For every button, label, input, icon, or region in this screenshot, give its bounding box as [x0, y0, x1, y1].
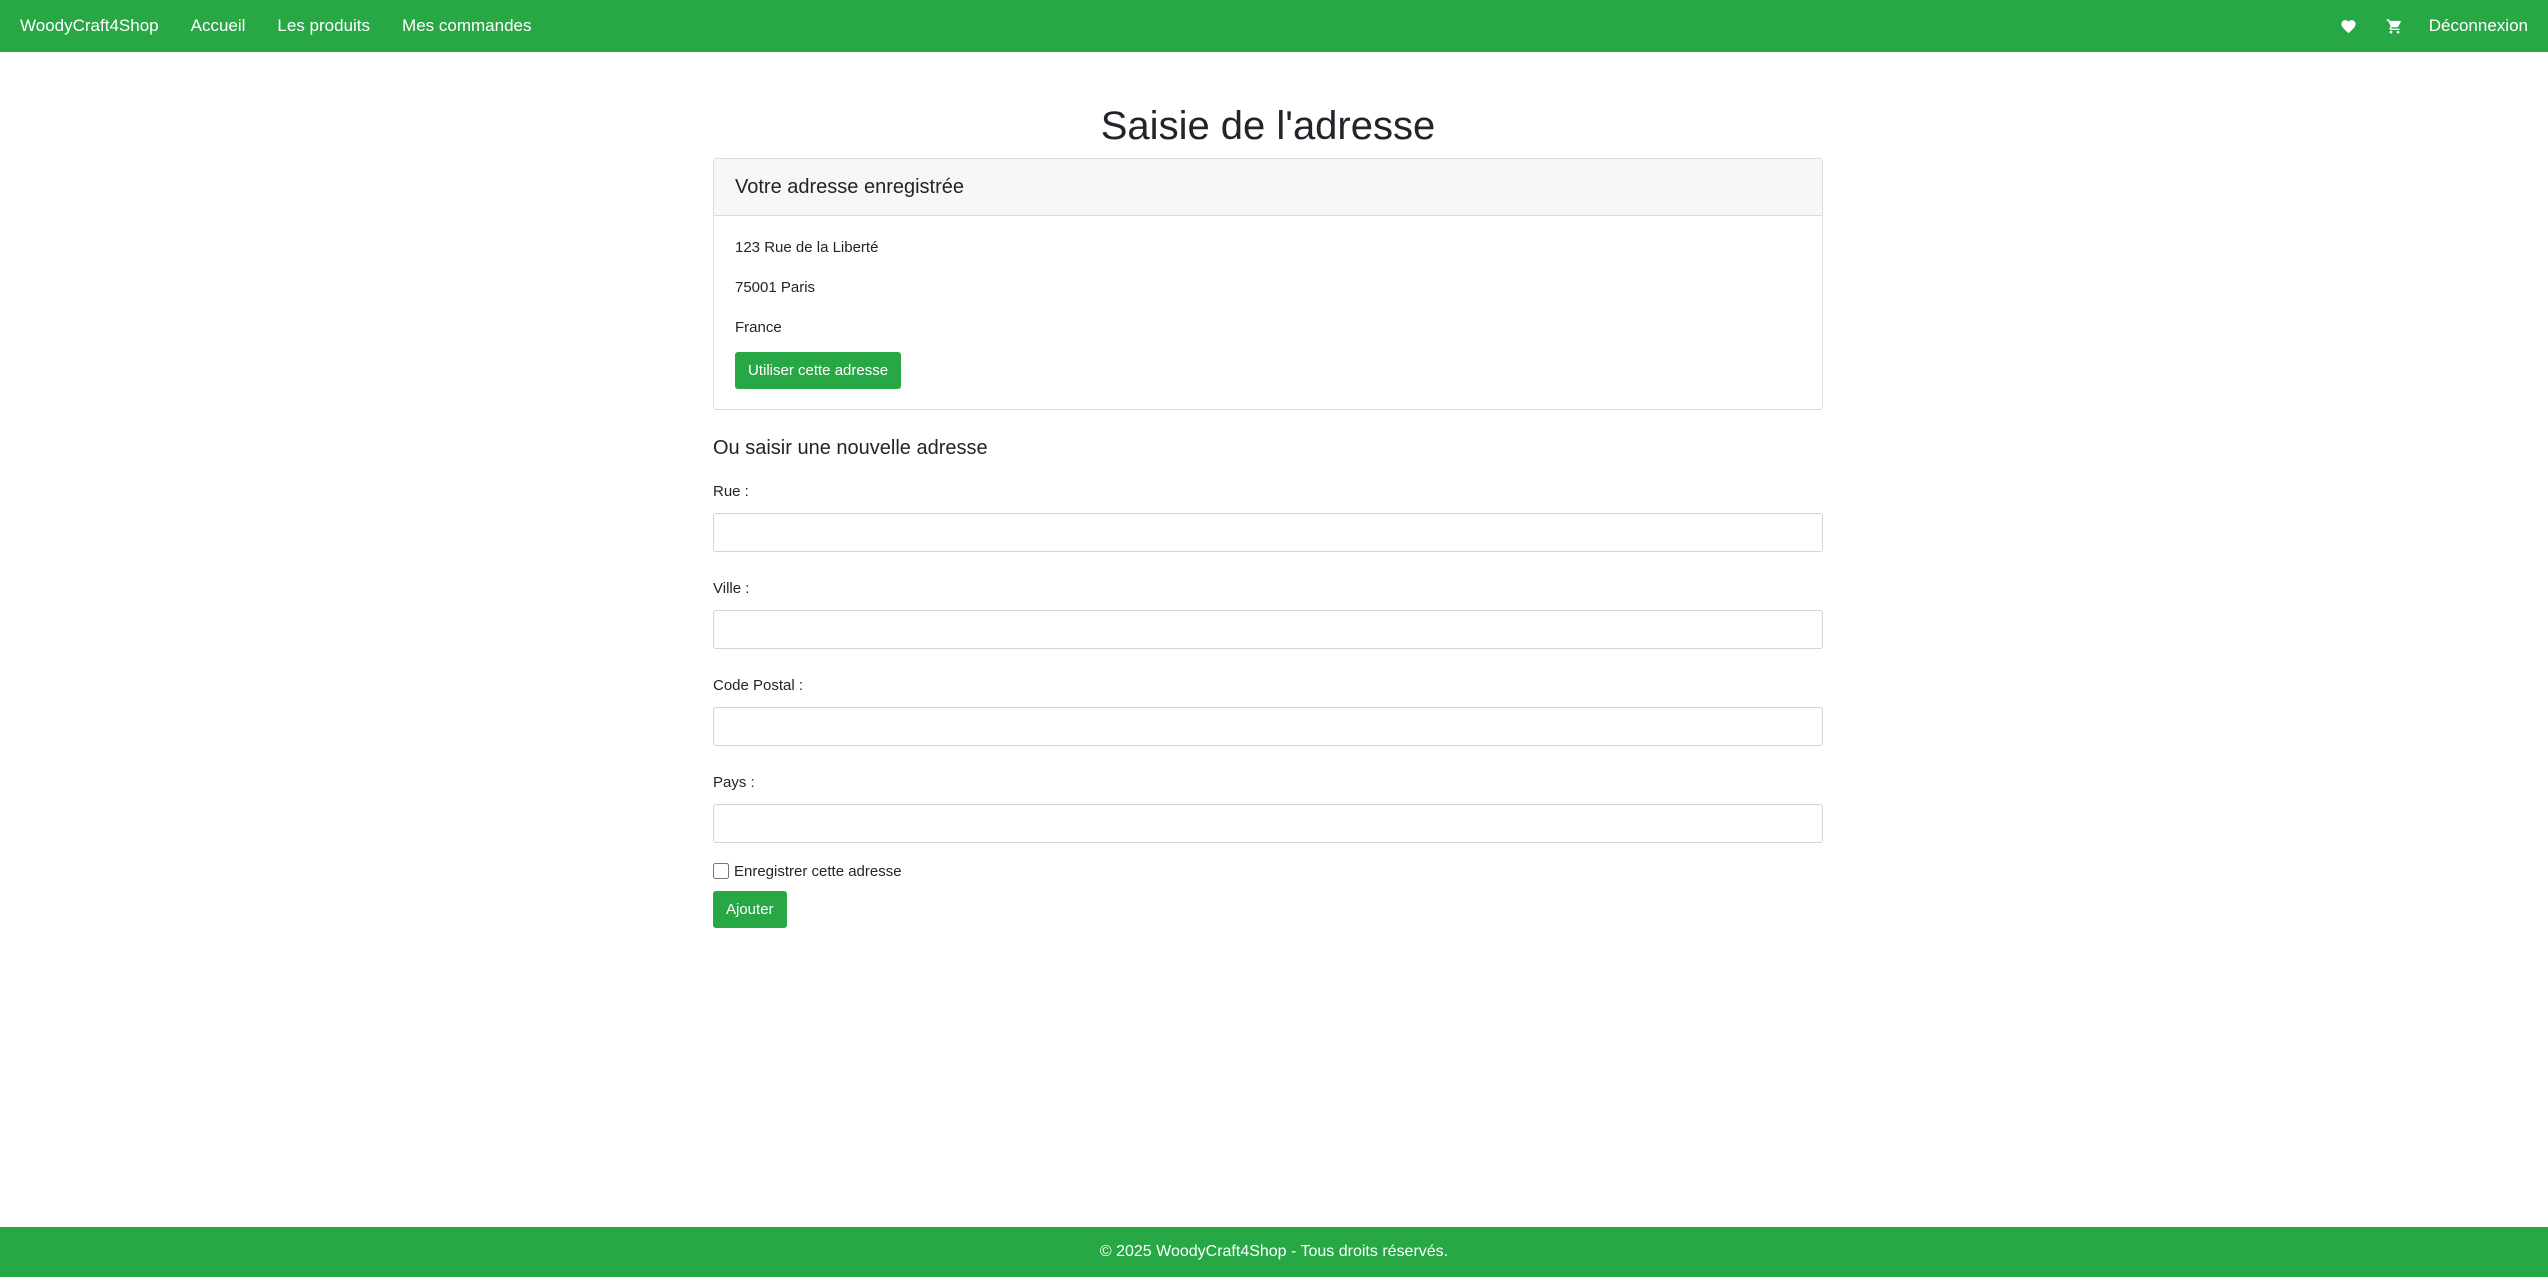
- card-body: 123 Rue de la Liberté 75001 Paris France…: [714, 216, 1822, 409]
- saved-address-country: France: [735, 319, 782, 336]
- page-title: Saisie de l'adresse: [1100, 104, 1436, 148]
- submit-row: Ajouter: [713, 891, 1823, 928]
- saved-address-street: 123 Rue de la Liberté: [735, 239, 879, 256]
- logout-link[interactable]: Déconnexion: [2429, 16, 2528, 36]
- country-input[interactable]: [713, 804, 1823, 843]
- footer: © 2025 WoodyCraft4Shop - Tous droits rés…: [0, 1227, 2548, 1277]
- country-label: Pays :: [713, 774, 755, 791]
- save-address-checkbox[interactable]: [713, 863, 729, 879]
- saved-address-city: 75001 Paris: [735, 279, 816, 296]
- postal-code-group: Code Postal :: [713, 676, 1823, 746]
- saved-address-title: Votre adresse enregistrée: [735, 175, 965, 198]
- brand-link[interactable]: WoodyCraft4Shop: [20, 16, 159, 36]
- footer-text: © 2025 WoodyCraft4Shop - Tous droits rés…: [1099, 1243, 1449, 1260]
- card-header: Votre adresse enregistrée: [714, 159, 1822, 216]
- add-button[interactable]: Ajouter: [713, 891, 787, 928]
- cart-icon[interactable]: [2383, 14, 2407, 38]
- heart-icon[interactable]: [2337, 14, 2361, 38]
- street-input[interactable]: [713, 513, 1823, 552]
- street-group: Rue :: [713, 482, 1823, 552]
- new-address-form: Rue : Ville : Code Postal : Pays : Enreg…: [713, 482, 1823, 928]
- save-address-label[interactable]: Enregistrer cette adresse: [734, 863, 902, 880]
- nav-link-commandes[interactable]: Mes commandes: [402, 16, 531, 36]
- saved-address-card: Votre adresse enregistrée 123 Rue de la …: [713, 158, 1823, 410]
- navbar: WoodyCraft4Shop Accueil Les produits Mes…: [0, 0, 2548, 52]
- navbar-right: Déconnexion: [2337, 14, 2528, 38]
- nav-link-accueil[interactable]: Accueil: [191, 16, 246, 36]
- postal-code-input[interactable]: [713, 707, 1823, 746]
- postal-code-label: Code Postal :: [713, 677, 804, 694]
- save-address-row: Enregistrer cette adresse: [713, 861, 1823, 881]
- main-container: Saisie de l'adresse Votre adresse enregi…: [713, 52, 1823, 928]
- street-label: Rue :: [713, 483, 749, 500]
- new-address-title: Ou saisir une nouvelle adresse: [713, 437, 988, 459]
- city-label: Ville :: [713, 580, 750, 597]
- nav-link-produits[interactable]: Les produits: [277, 16, 370, 36]
- use-address-button[interactable]: Utiliser cette adresse: [735, 352, 902, 389]
- city-group: Ville :: [713, 579, 1823, 649]
- city-input[interactable]: [713, 610, 1823, 649]
- country-group: Pays :: [713, 773, 1823, 843]
